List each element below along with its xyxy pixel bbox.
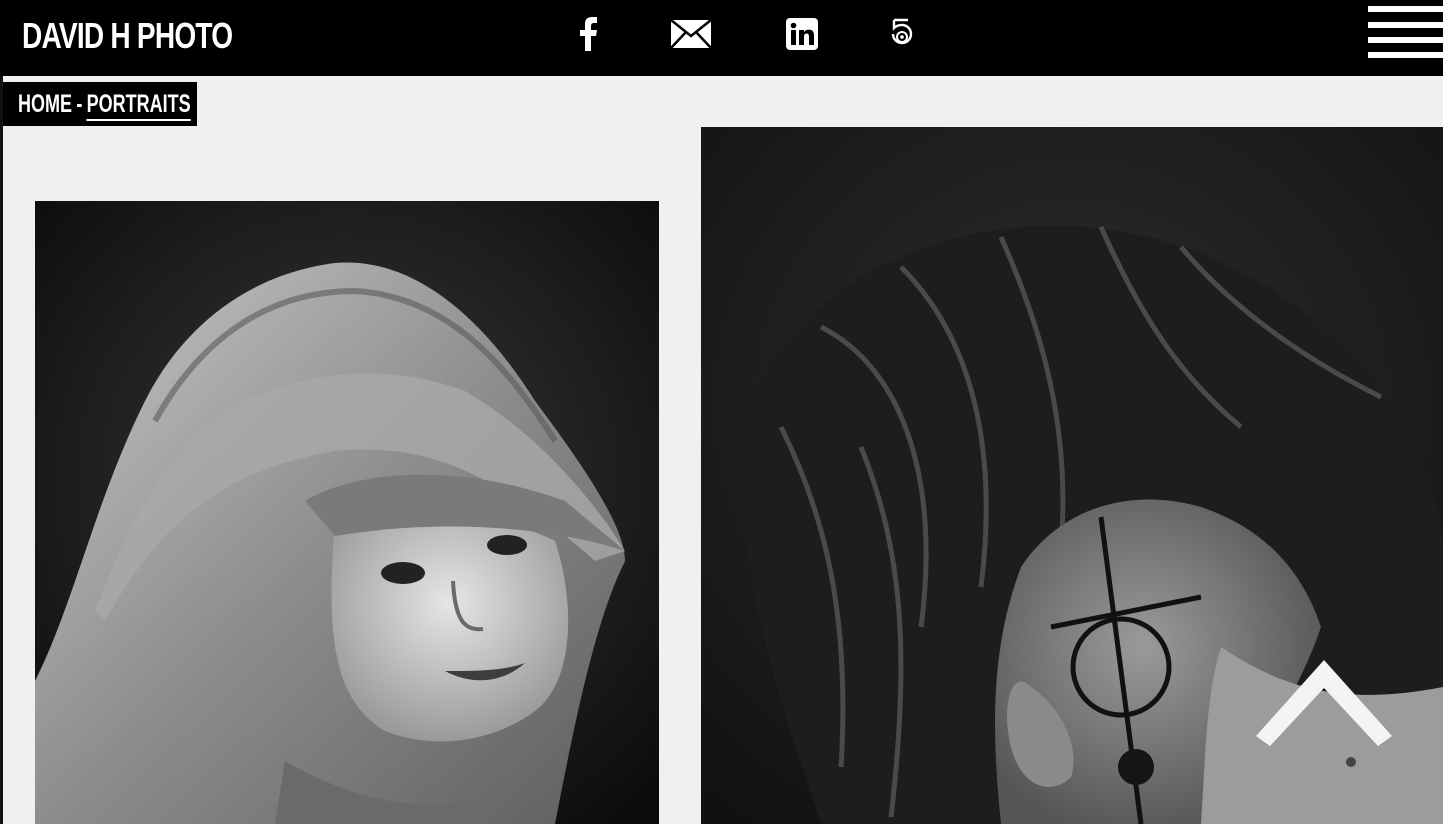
menu-button[interactable] [1368,6,1443,58]
page-edge [0,76,3,824]
500px-link[interactable] [884,14,918,54]
linkedin-icon [786,18,818,50]
hamburger-menu-icon [1368,6,1443,58]
email-link[interactable] [668,14,714,54]
back-to-top-button[interactable] [1250,656,1398,750]
portrait-photo-image [35,201,659,824]
breadcrumb-current-link[interactable]: PORTRAITS [86,90,191,121]
breadcrumb-home-link[interactable]: HOME [18,90,72,118]
breadcrumb-separator: - [76,90,83,118]
linkedin-link[interactable] [784,14,820,54]
chevron-up-icon [1256,660,1392,746]
gallery-photo-1[interactable] [35,201,659,824]
site-logo[interactable]: DAVID H PHOTO [22,12,233,60]
500px-icon [891,18,913,45]
top-nav-bar: DAVID H PHOTO [0,0,1443,76]
facebook-icon [580,17,597,51]
facebook-link[interactable] [572,14,604,54]
email-icon [670,19,712,49]
breadcrumb: HOME - PORTRAITS [3,82,197,126]
